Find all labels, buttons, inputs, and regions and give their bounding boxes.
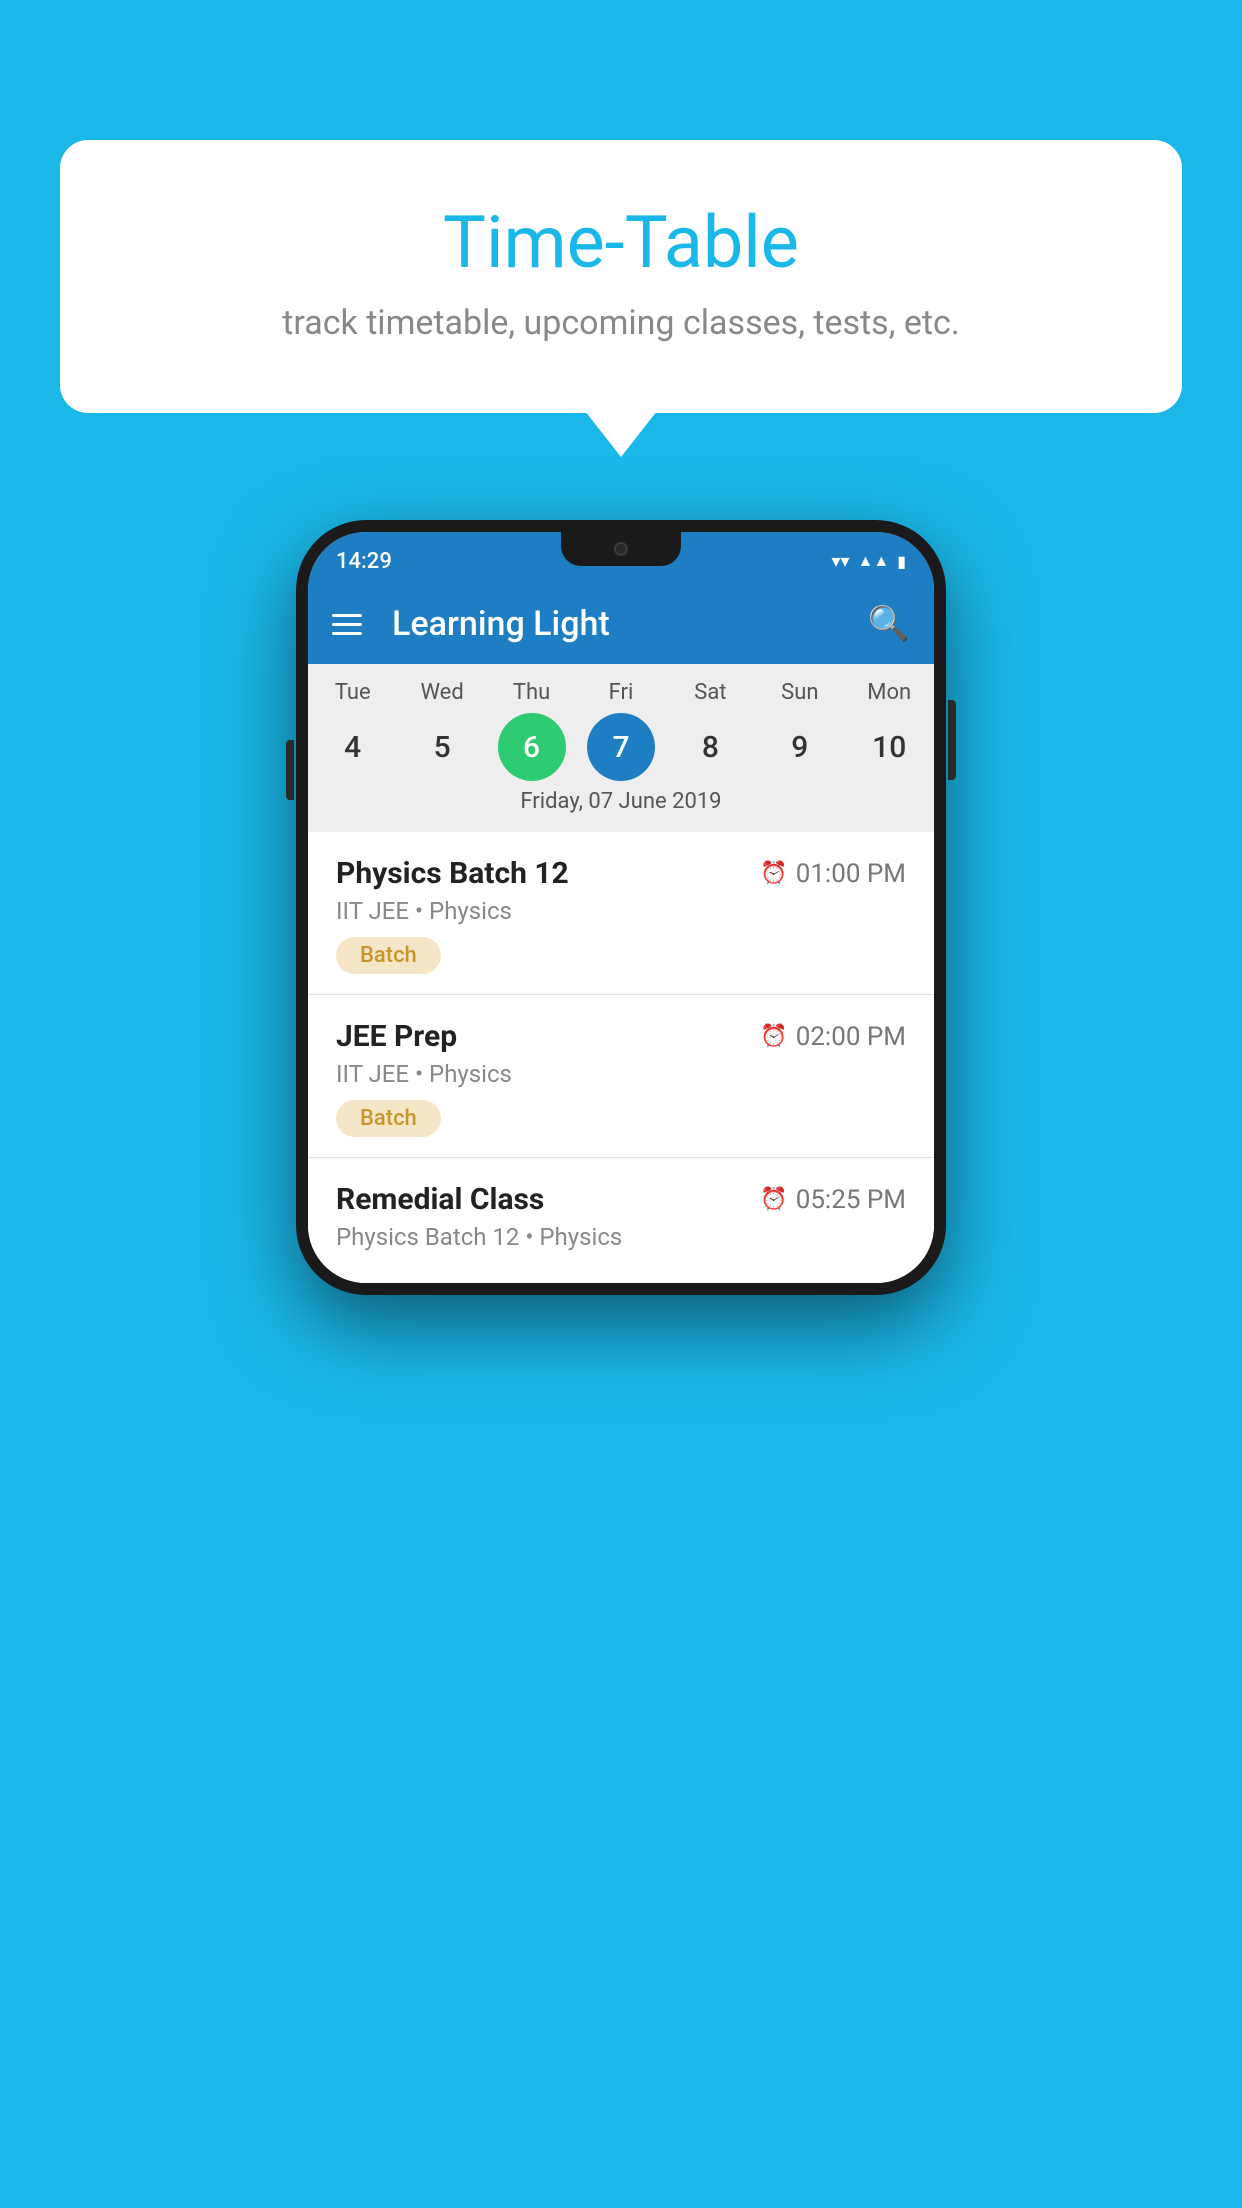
item-subtitle-2: IIT JEE • Physics (336, 1060, 906, 1088)
day-header-fri: Fri (581, 680, 661, 705)
item-subtitle-3: Physics Batch 12 • Physics (336, 1223, 906, 1251)
day-headers: Tue Wed Thu Fri Sat Sun Mon (308, 680, 934, 705)
day-header-sat: Sat (670, 680, 750, 705)
hamburger-menu[interactable] (332, 614, 362, 635)
schedule-item-2[interactable]: JEE Prep ⏰ 02:00 PM IIT JEE • Physics Ba… (308, 995, 934, 1158)
schedule-item-3[interactable]: Remedial Class ⏰ 05:25 PM Physics Batch … (308, 1158, 934, 1283)
item-header-1: Physics Batch 12 ⏰ 01:00 PM (336, 856, 906, 891)
battery-icon: ▮ (897, 552, 906, 571)
day-header-thu: Thu (492, 680, 572, 705)
wifi-icon: ▾▾ (831, 551, 849, 572)
day-header-sun: Sun (760, 680, 840, 705)
day-9[interactable]: 9 (766, 713, 834, 781)
phone-inner: 14:29 ▾▾ ▲▲ ▮ Learning Light 🔍 (308, 532, 934, 1283)
search-icon[interactable]: 🔍 (868, 604, 910, 644)
day-header-tue: Tue (313, 680, 393, 705)
day-header-mon: Mon (849, 680, 929, 705)
phone-outer: 14:29 ▾▾ ▲▲ ▮ Learning Light 🔍 (296, 520, 946, 1295)
day-7-selected[interactable]: 7 (587, 713, 655, 781)
calendar-strip: Tue Wed Thu Fri Sat Sun Mon 4 5 6 7 8 9 … (308, 664, 934, 832)
schedule-item-1[interactable]: Physics Batch 12 ⏰ 01:00 PM IIT JEE • Ph… (308, 832, 934, 995)
item-title-2: JEE Prep (336, 1019, 457, 1054)
clock-icon-1: ⏰ (760, 861, 787, 886)
item-title-1: Physics Batch 12 (336, 856, 569, 891)
app-title: Learning Light (392, 604, 848, 644)
day-numbers: 4 5 6 7 8 9 10 (308, 713, 934, 781)
phone-mockup: 14:29 ▾▾ ▲▲ ▮ Learning Light 🔍 (296, 520, 946, 1295)
day-8[interactable]: 8 (676, 713, 744, 781)
item-time-2: ⏰ 02:00 PM (760, 1022, 906, 1052)
item-subtitle-1: IIT JEE • Physics (336, 897, 906, 925)
item-title-3: Remedial Class (336, 1182, 544, 1217)
tooltip-card: Time-Table track timetable, upcoming cla… (60, 140, 1182, 413)
item-header-2: JEE Prep ⏰ 02:00 PM (336, 1019, 906, 1054)
phone-notch (561, 532, 681, 566)
tooltip-subtitle: track timetable, upcoming classes, tests… (110, 303, 1132, 343)
day-10[interactable]: 10 (855, 713, 923, 781)
batch-badge-2: Batch (336, 1100, 441, 1137)
clock-icon-3: ⏰ (760, 1187, 787, 1212)
schedule-list: Physics Batch 12 ⏰ 01:00 PM IIT JEE • Ph… (308, 832, 934, 1283)
item-time-1: ⏰ 01:00 PM (760, 859, 906, 889)
signal-icon: ▲▲ (858, 551, 890, 571)
day-4[interactable]: 4 (319, 713, 387, 781)
day-5[interactable]: 5 (408, 713, 476, 781)
item-header-3: Remedial Class ⏰ 05:25 PM (336, 1182, 906, 1217)
day-6-today[interactable]: 6 (498, 713, 566, 781)
camera-dot (614, 542, 628, 556)
tooltip-title: Time-Table (110, 200, 1132, 285)
date-label: Friday, 07 June 2019 (308, 789, 934, 822)
app-bar: Learning Light 🔍 (308, 584, 934, 664)
day-header-wed: Wed (402, 680, 482, 705)
status-time: 14:29 (336, 549, 392, 574)
clock-icon-2: ⏰ (760, 1024, 787, 1049)
batch-badge-1: Batch (336, 937, 441, 974)
status-icons: ▾▾ ▲▲ ▮ (831, 551, 906, 572)
item-time-3: ⏰ 05:25 PM (760, 1185, 906, 1215)
